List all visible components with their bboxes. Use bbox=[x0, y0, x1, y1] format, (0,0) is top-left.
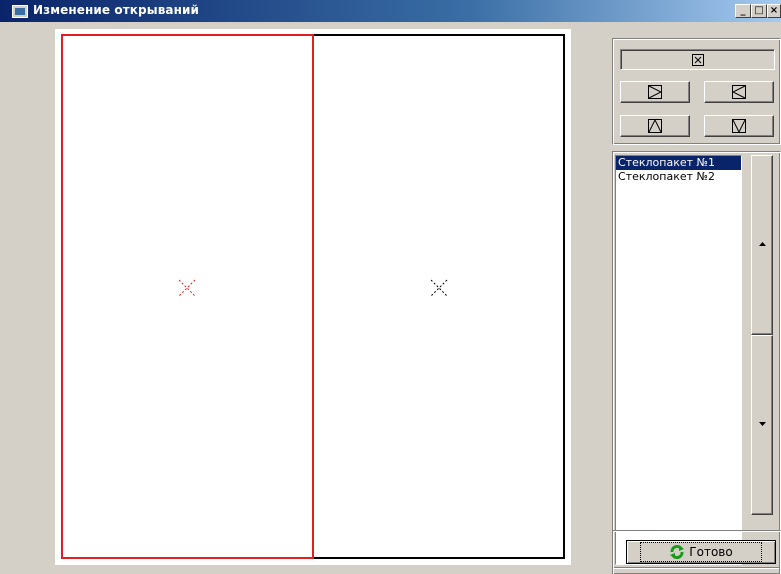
done-label: Готово bbox=[689, 545, 733, 559]
app-window-icon bbox=[12, 5, 28, 18]
close-button[interactable]: × bbox=[767, 4, 781, 18]
minimize-button[interactable]: _ bbox=[735, 4, 751, 18]
triangle-up-icon bbox=[648, 119, 662, 133]
done-button-focus: Готово bbox=[640, 542, 762, 562]
list-item[interactable]: Стеклопакет №1 bbox=[616, 156, 741, 170]
restore-button[interactable]: □ bbox=[751, 4, 767, 18]
arrow-down-icon bbox=[759, 422, 766, 426]
glass-pane-2[interactable] bbox=[312, 34, 565, 559]
center-cross-icon bbox=[178, 279, 196, 297]
triangle-down-icon bbox=[732, 119, 746, 133]
open-up-button[interactable] bbox=[620, 115, 690, 137]
open-down-button[interactable] bbox=[704, 115, 774, 137]
window-canvas bbox=[55, 29, 571, 565]
scroll-down-button[interactable] bbox=[751, 335, 773, 515]
glass-pane-1[interactable] bbox=[61, 34, 314, 559]
center-cross-icon bbox=[430, 279, 448, 297]
no-opening-button[interactable] bbox=[620, 49, 775, 70]
open-right-button[interactable] bbox=[620, 81, 690, 103]
refresh-icon bbox=[670, 544, 685, 560]
window-title: Изменение открываний bbox=[33, 3, 199, 17]
arrow-up-icon bbox=[759, 242, 766, 246]
list-item[interactable]: Стеклопакет №2 bbox=[616, 170, 741, 184]
scroll-up-button[interactable] bbox=[751, 155, 773, 335]
glass-unit-list[interactable]: Стеклопакет №1 Стеклопакет №2 bbox=[615, 155, 742, 565]
done-button[interactable]: Готово bbox=[626, 540, 776, 564]
title-bar: Изменение открываний _ □ × bbox=[0, 0, 781, 22]
triangle-right-icon bbox=[648, 85, 662, 99]
triangle-left-icon bbox=[732, 85, 746, 99]
open-left-button[interactable] bbox=[704, 81, 774, 103]
close-square-icon bbox=[691, 53, 704, 66]
